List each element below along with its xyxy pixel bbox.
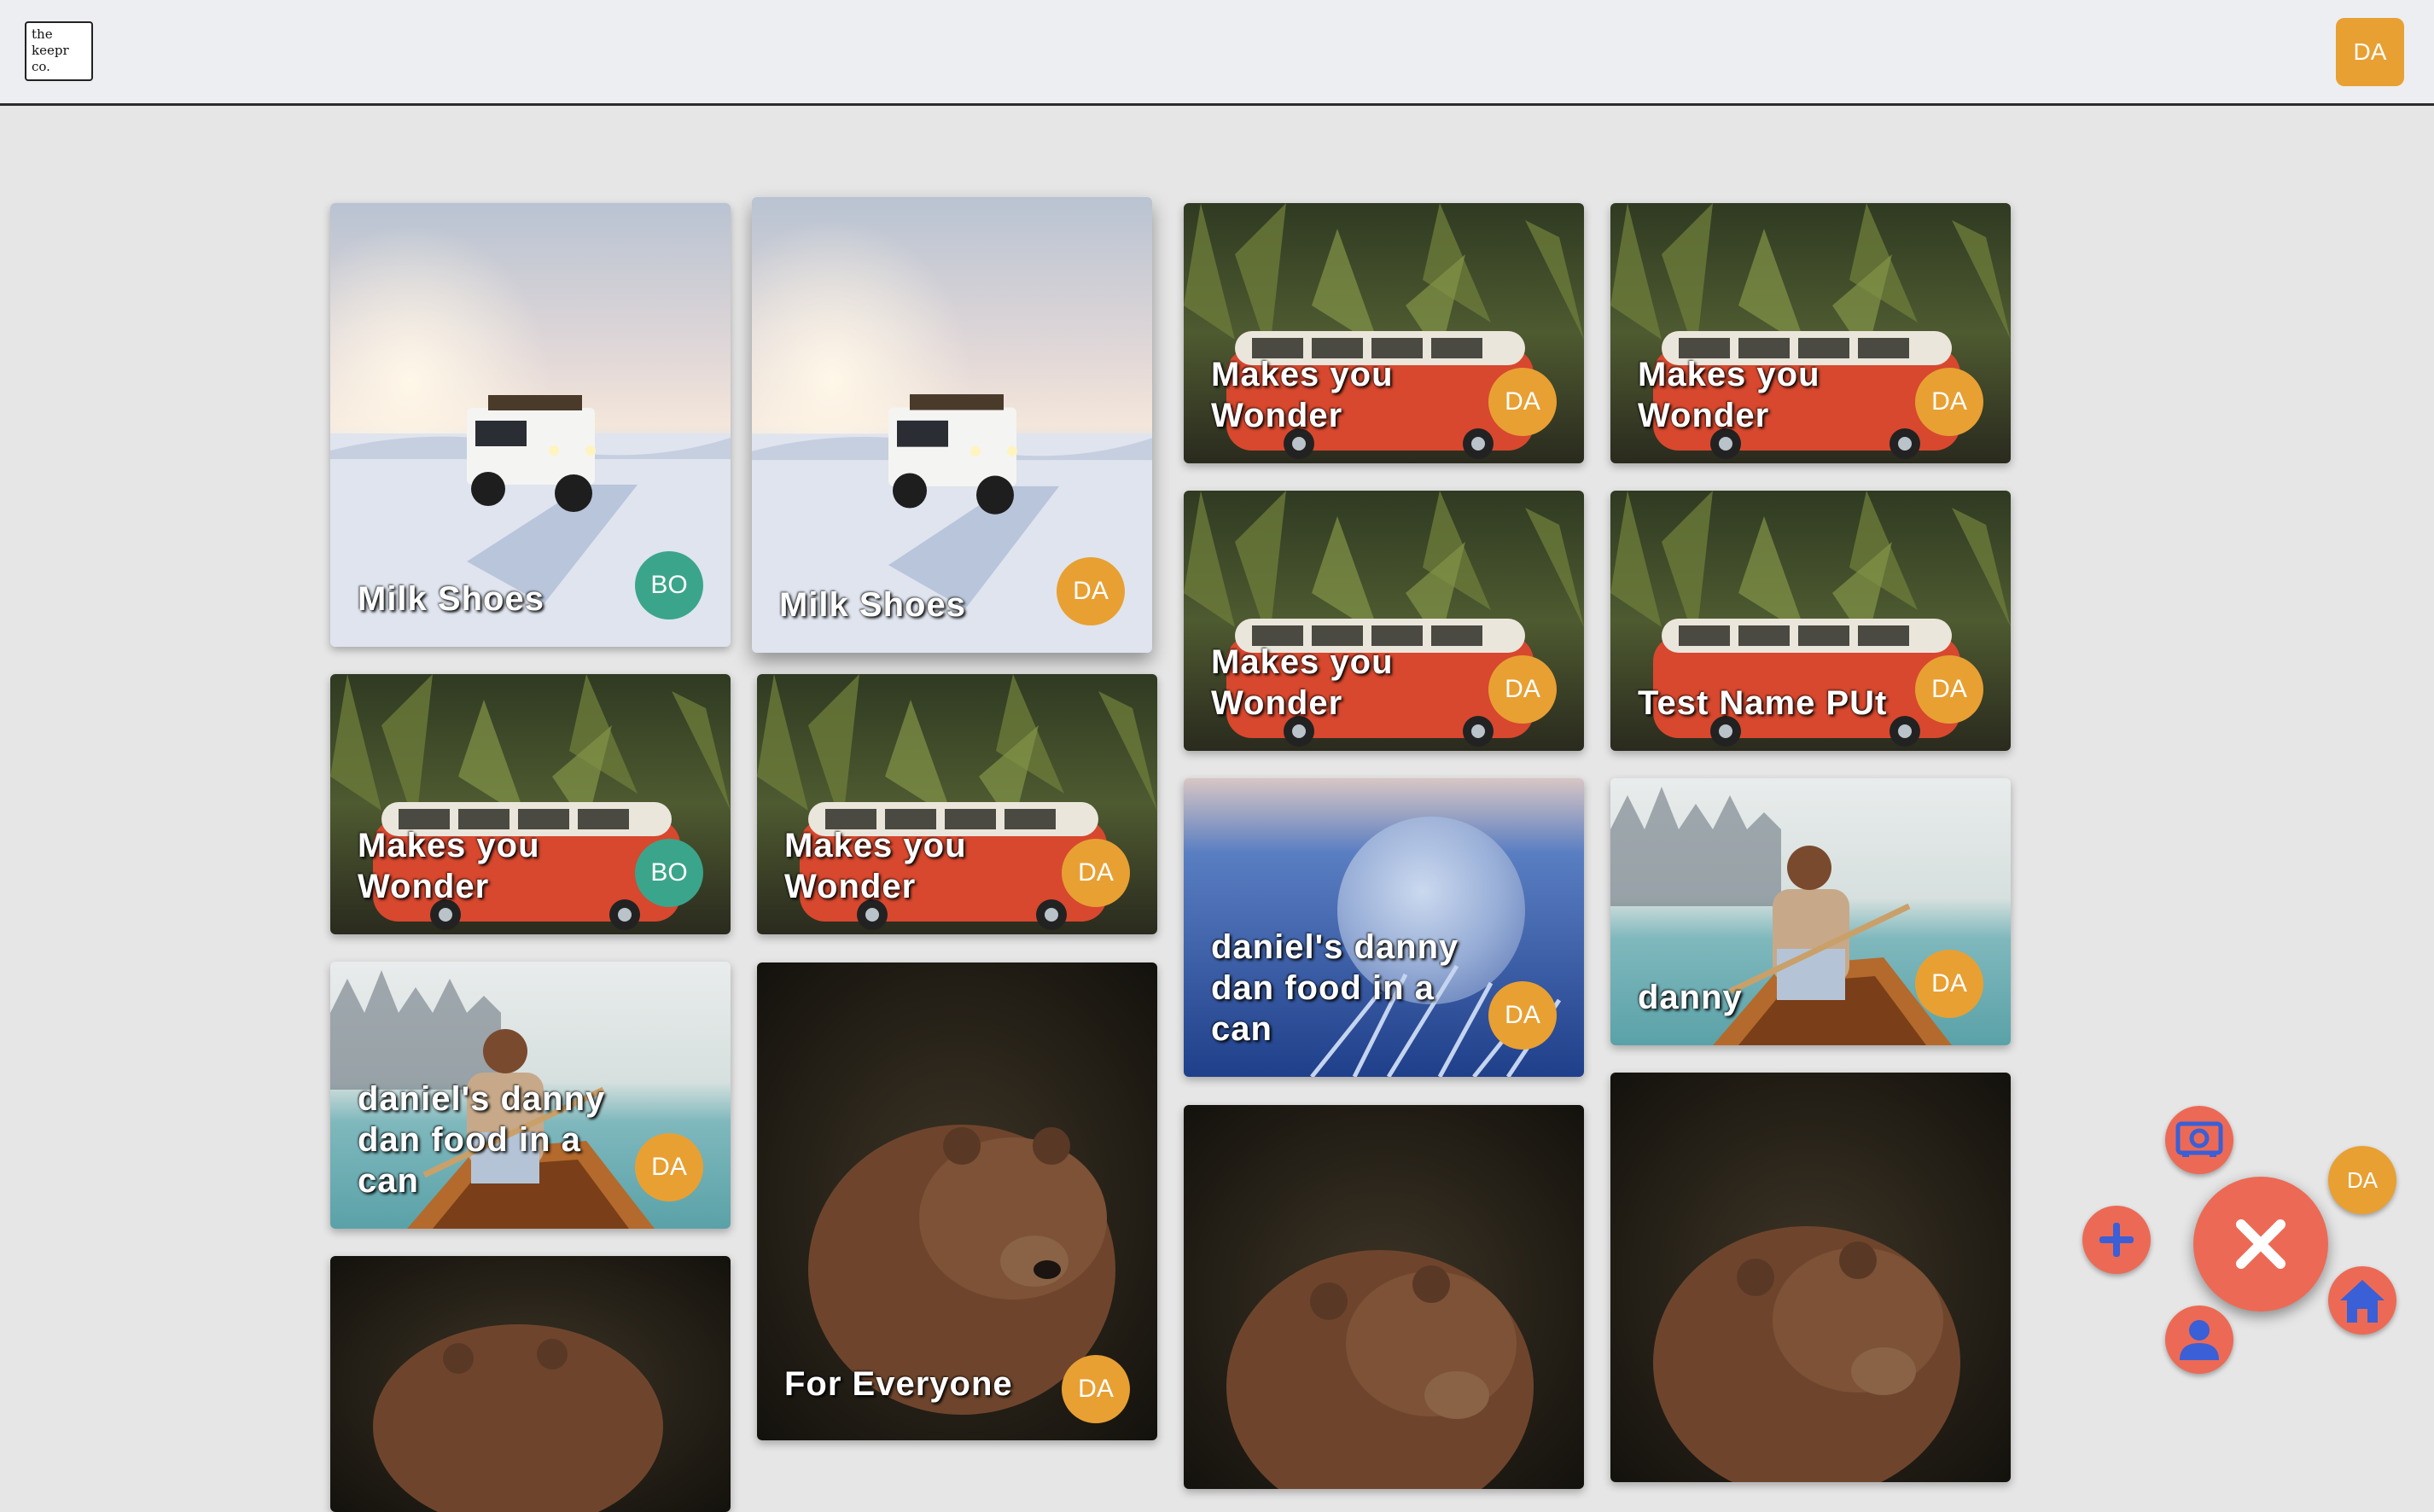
keep-title: daniel's danny dan food in a can (358, 1080, 606, 1200)
fab-close-button[interactable] (2193, 1177, 2328, 1311)
keep-card[interactable]: Makes you Wonder DA (1184, 203, 1584, 463)
keep-card[interactable]: Makes you Wonder BO (330, 674, 731, 934)
user-avatar-button[interactable]: DA (2336, 18, 2404, 86)
keep-card[interactable] (1184, 1105, 1584, 1489)
creator-avatar[interactable]: DA (635, 1133, 703, 1201)
keep-title: Milk Shoes (779, 586, 966, 624)
keep-card[interactable]: Test Name PUt DA (1610, 491, 2011, 751)
plus-icon (2099, 1223, 2134, 1257)
keep-card[interactable]: Makes you Wonder DA (757, 674, 1157, 934)
brown-bear-image (330, 1256, 731, 1512)
keep-card[interactable]: Makes you Wonder DA (1184, 491, 1584, 751)
keep-title: Makes you Wonder (1638, 356, 1820, 434)
home-icon (2340, 1280, 2385, 1323)
creator-avatar[interactable]: BO (635, 551, 703, 619)
keep-card[interactable]: Milk Shoes BO (330, 203, 731, 647)
keep-title: Makes you Wonder (1211, 643, 1394, 722)
fab-user-avatar[interactable]: DA (2328, 1146, 2396, 1214)
vault-button[interactable] (2165, 1106, 2233, 1174)
keep-title: Milk Shoes (358, 580, 544, 618)
keep-card[interactable] (330, 1256, 731, 1512)
keep-card[interactable]: For Everyone DA (757, 962, 1157, 1440)
user-icon (2180, 1320, 2219, 1360)
logo-line-2: keepr (32, 43, 69, 58)
keep-card[interactable] (1610, 1073, 2011, 1482)
brown-bear-image (1610, 1073, 2011, 1482)
logo-line-1: the (32, 26, 53, 42)
creator-avatar[interactable]: BO (635, 839, 703, 907)
vault-icon (2175, 1121, 2223, 1157)
creator-avatar[interactable]: DA (1488, 368, 1557, 436)
creator-avatar[interactable]: DA (1488, 655, 1557, 724)
close-icon (2236, 1219, 2286, 1269)
creator-avatar[interactable]: DA (1062, 839, 1130, 907)
creator-avatar[interactable]: DA (1057, 557, 1125, 625)
creator-avatar[interactable]: DA (1915, 655, 1983, 724)
profile-button[interactable] (2165, 1306, 2233, 1374)
creator-avatar[interactable]: DA (1915, 368, 1983, 436)
keep-title: For Everyone (784, 1365, 1013, 1403)
creator-avatar[interactable]: DA (1062, 1355, 1130, 1423)
keepr-logo[interactable]: the keepr co. (25, 21, 93, 81)
keep-title: Makes you Wonder (784, 827, 967, 905)
keep-title: Makes you Wonder (358, 827, 540, 905)
creator-avatar[interactable]: DA (1915, 950, 1983, 1018)
keep-card[interactable]: daniel's danny dan food in a can DA (330, 962, 731, 1229)
keep-card[interactable]: daniel's danny dan food in a can DA (1184, 778, 1584, 1077)
keep-title: Test Name PUt (1638, 684, 1888, 722)
keep-card[interactable]: danny DA (1610, 778, 2011, 1045)
keep-title: daniel's danny dan food in a can (1211, 928, 1459, 1048)
logo-line-3: co. (32, 59, 50, 74)
brown-bear-image (1184, 1105, 1584, 1489)
home-button[interactable] (2328, 1266, 2396, 1335)
keep-title: Makes you Wonder (1211, 356, 1394, 434)
app-header: the keepr co. DA (0, 0, 2434, 106)
creator-avatar[interactable]: DA (1488, 981, 1557, 1050)
keep-card[interactable]: Milk Shoes DA (752, 197, 1152, 653)
add-keep-button[interactable] (2082, 1206, 2151, 1274)
keep-title: danny (1638, 979, 1743, 1016)
keep-card[interactable]: Makes you Wonder DA (1610, 203, 2011, 463)
